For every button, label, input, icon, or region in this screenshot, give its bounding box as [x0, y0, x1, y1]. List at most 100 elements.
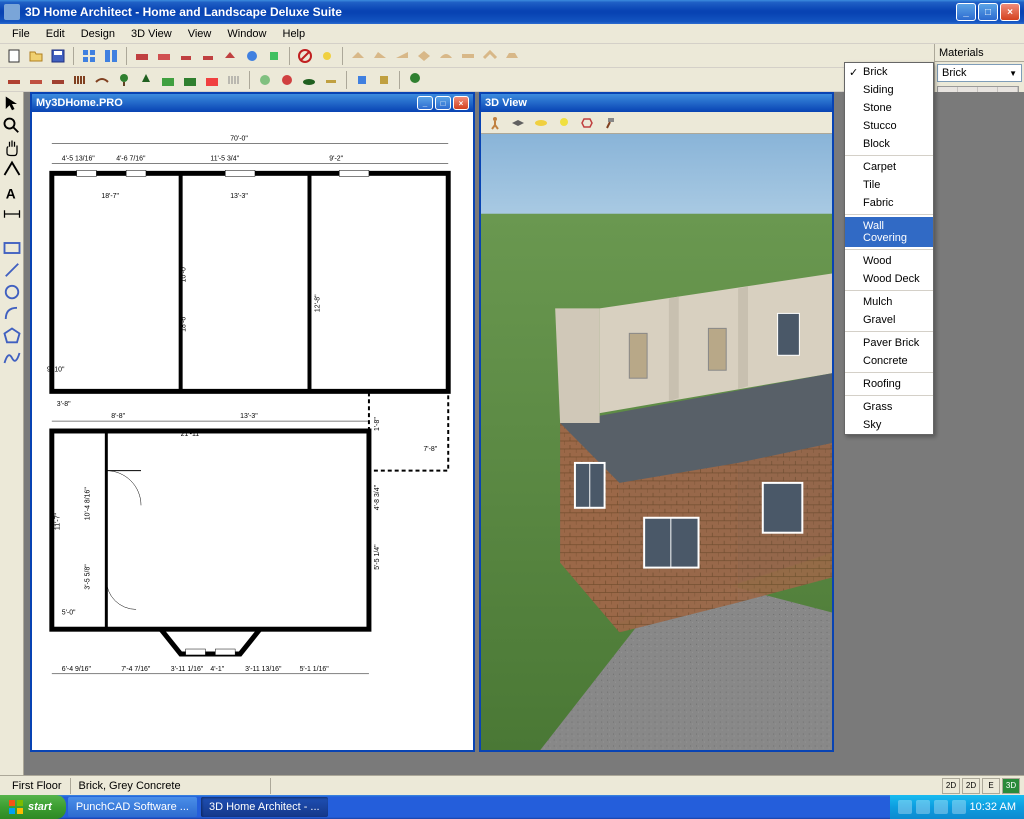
tool-furniture-7[interactable]: [264, 46, 284, 66]
tool-polygon-icon[interactable]: [2, 326, 22, 346]
materials-dropdown-item[interactable]: Stone: [845, 99, 933, 117]
menu-3dview[interactable]: 3D View: [123, 26, 180, 42]
materials-dropdown-item[interactable]: Paver Brick: [845, 334, 933, 352]
tool-terrain-1[interactable]: [158, 70, 178, 90]
status-e-button[interactable]: E: [982, 778, 1000, 794]
tool-tree-icon[interactable]: [405, 70, 425, 90]
materials-dropdown-item[interactable]: Sky: [845, 416, 933, 434]
menu-window[interactable]: Window: [219, 26, 274, 42]
close-button[interactable]: ×: [1000, 3, 1020, 21]
maximize-button[interactable]: □: [978, 3, 998, 21]
materials-dropdown-item[interactable]: Roofing: [845, 375, 933, 393]
tool-camera-icon[interactable]: [577, 113, 597, 133]
tool-furniture-6[interactable]: [242, 46, 262, 66]
tool-new[interactable]: [4, 46, 24, 66]
tool-terrain-3[interactable]: [202, 70, 222, 90]
tool-roof-4[interactable]: [414, 46, 434, 66]
menu-edit[interactable]: Edit: [38, 26, 73, 42]
tool-roof-1[interactable]: [348, 46, 368, 66]
status-2d-button[interactable]: 2D: [942, 778, 960, 794]
status-3d-button[interactable]: 3D: [1002, 778, 1020, 794]
materials-dropdown-item[interactable]: Stucco: [845, 117, 933, 135]
tool-dimension-icon[interactable]: [2, 204, 22, 224]
materials-dropdown-item[interactable]: Concrete: [845, 352, 933, 370]
materials-dropdown-item[interactable]: Carpet: [845, 158, 933, 176]
materials-dropdown-item[interactable]: Block: [845, 135, 933, 153]
menu-design[interactable]: Design: [73, 26, 123, 42]
tool-sun-icon[interactable]: [317, 46, 337, 66]
tool-land-4[interactable]: [321, 70, 341, 90]
tray-icon[interactable]: [952, 800, 966, 814]
3d-view-canvas[interactable]: [481, 134, 832, 750]
tool-weather-icon[interactable]: [531, 113, 551, 133]
plan-close-button[interactable]: ×: [453, 96, 469, 110]
start-button[interactable]: start: [0, 795, 66, 819]
status-floor[interactable]: First Floor: [4, 778, 71, 794]
materials-dropdown-item[interactable]: Siding: [845, 81, 933, 99]
tray-icon[interactable]: [898, 800, 912, 814]
tool-terrain-2[interactable]: [180, 70, 200, 90]
tool-measure-icon[interactable]: [2, 160, 22, 180]
plan-maximize-button[interactable]: □: [435, 96, 451, 110]
tool-circle-icon[interactable]: [2, 282, 22, 302]
tool-cursor-icon[interactable]: [2, 94, 22, 114]
materials-dropdown-item[interactable]: Tile: [845, 176, 933, 194]
materials-dropdown-item[interactable]: Gravel: [845, 311, 933, 329]
tool-light-icon[interactable]: [554, 113, 574, 133]
tool-plant-2[interactable]: [136, 70, 156, 90]
materials-dropdown-item[interactable]: Mulch: [845, 293, 933, 311]
tool-furniture-2[interactable]: [154, 46, 174, 66]
tool-spline-icon[interactable]: [2, 348, 22, 368]
materials-dropdown-item[interactable]: Wall Covering: [845, 217, 933, 247]
tool-furniture-1[interactable]: [132, 46, 152, 66]
tool-fence-1[interactable]: [70, 70, 90, 90]
tool-text-icon[interactable]: A: [2, 182, 22, 202]
materials-dropdown-item[interactable]: Wood: [845, 252, 933, 270]
tool-pan-icon[interactable]: [2, 138, 22, 158]
tool-rectangle-icon[interactable]: [2, 238, 22, 258]
menu-help[interactable]: Help: [275, 26, 314, 42]
tool-deck-2[interactable]: [26, 70, 46, 90]
taskbar-item[interactable]: PunchCAD Software ...: [68, 797, 197, 817]
tool-land-2[interactable]: [277, 70, 297, 90]
tool-walk-icon[interactable]: [485, 113, 505, 133]
tool-land-1[interactable]: [255, 70, 275, 90]
minimize-button[interactable]: _: [956, 3, 976, 21]
3d-view-titlebar[interactable]: 3D View: [481, 94, 832, 112]
tool-fly-icon[interactable]: [508, 113, 528, 133]
tray-clock[interactable]: 10:32 AM: [970, 801, 1016, 813]
plan-window-titlebar[interactable]: My3DHome.PRO _ □ ×: [32, 94, 473, 112]
tool-open[interactable]: [26, 46, 46, 66]
tool-line-icon[interactable]: [2, 260, 22, 280]
tool-window-grid[interactable]: [79, 46, 99, 66]
tool-furniture-4[interactable]: [198, 46, 218, 66]
tool-save[interactable]: [48, 46, 68, 66]
tool-plant-1[interactable]: [114, 70, 134, 90]
materials-category-combo[interactable]: Brick ▼: [937, 64, 1022, 82]
tool-window-tile[interactable]: [101, 46, 121, 66]
system-tray[interactable]: 10:32 AM: [890, 795, 1024, 819]
materials-dropdown-item[interactable]: ✓Brick: [845, 63, 933, 81]
tool-misc-1[interactable]: [352, 70, 372, 90]
materials-dropdown-item[interactable]: Wood Deck: [845, 270, 933, 288]
tray-icon[interactable]: [934, 800, 948, 814]
tool-arc-icon[interactable]: [2, 304, 22, 324]
tool-roof-6[interactable]: [458, 46, 478, 66]
menu-file[interactable]: File: [4, 26, 38, 42]
materials-dropdown-item[interactable]: Fabric: [845, 194, 933, 212]
tool-misc-2[interactable]: [374, 70, 394, 90]
tool-hammer-icon[interactable]: [600, 113, 620, 133]
plan-minimize-button[interactable]: _: [417, 96, 433, 110]
tool-land-3[interactable]: [299, 70, 319, 90]
tool-roof-2[interactable]: [370, 46, 390, 66]
tool-deck-3[interactable]: [48, 70, 68, 90]
tool-roof-7[interactable]: [480, 46, 500, 66]
tool-zoom-icon[interactable]: [2, 116, 22, 136]
tool-furniture-3[interactable]: [176, 46, 196, 66]
tool-no-entry-icon[interactable]: [295, 46, 315, 66]
tool-bridge-icon[interactable]: [92, 70, 112, 90]
taskbar-item-active[interactable]: 3D Home Architect - ...: [201, 797, 328, 817]
tool-roof-5[interactable]: [436, 46, 456, 66]
floorplan-canvas[interactable]: 70'-0" 4'-5 13/16" 4'-6 7/16" 11'-5 3/4"…: [32, 112, 473, 750]
tool-fence-2[interactable]: [224, 70, 244, 90]
